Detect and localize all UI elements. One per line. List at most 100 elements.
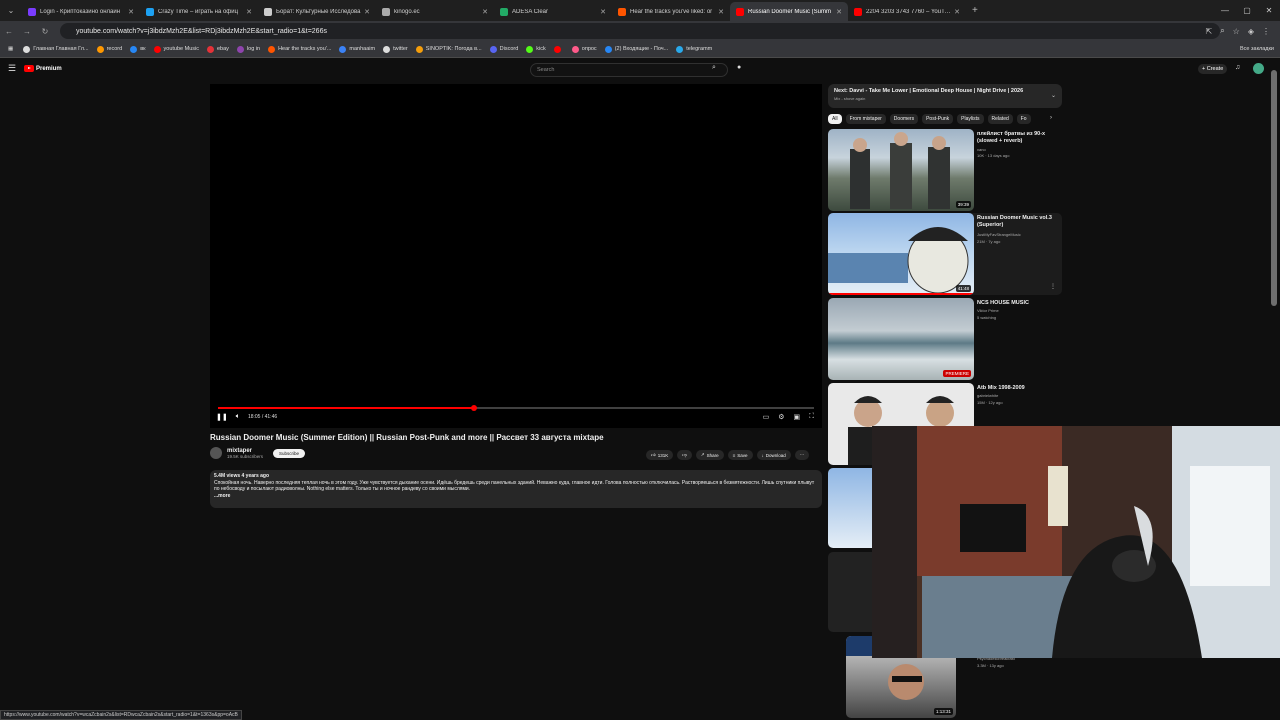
more-options-icon[interactable]: ⋮ [1050, 283, 1056, 290]
filter-chip[interactable]: Post-Punk [922, 114, 954, 124]
forward-icon[interactable]: → [18, 27, 36, 36]
tab-close-icon[interactable]: ✕ [954, 8, 960, 16]
chevron-right-icon[interactable]: › [1050, 115, 1052, 121]
create-button[interactable]: + Create [1198, 64, 1228, 74]
download-button[interactable]: ↓ Download [756, 450, 791, 460]
pause-icon[interactable]: ❚❚ [216, 413, 228, 421]
browser-tab[interactable]: Russian Doomer Music (Summ ✕ [730, 2, 848, 21]
bookmark-item[interactable]: twitter [383, 45, 408, 53]
zoom-icon[interactable]: ⌕ [1220, 26, 1224, 36]
bookmark-item[interactable]: log in [236, 45, 260, 53]
browser-tab[interactable]: 2204 3203 3743 7760 – YouTub ✕ [848, 2, 966, 21]
bookmark-item[interactable]: (2) Входящие - Поч... [604, 45, 668, 53]
browser-tab[interactable]: kinogo.ec ✕ [376, 2, 494, 21]
video-thumbnail[interactable]: 41:48 [828, 213, 974, 295]
tab-close-icon[interactable]: ✕ [718, 8, 724, 16]
browser-tab[interactable]: Hear the tracks you've liked: or ✕ [612, 2, 730, 21]
miniplayer-icon[interactable]: ▣ [793, 413, 800, 421]
page-scrollbar[interactable] [1271, 70, 1277, 306]
browser-tab[interactable]: Crazy Time – играть на офиц ✕ [140, 2, 258, 21]
extensions-icon[interactable]: ◈ [1248, 27, 1254, 36]
filter-chip[interactable]: Related [987, 114, 1013, 124]
volume-icon[interactable]: 🔈︎ [236, 413, 240, 421]
recommendation-item[interactable]: 41:48 Russian Doomer Music vol.3 (Superi… [828, 213, 1062, 295]
bookmark-item[interactable]: ebay [206, 45, 229, 53]
tab-close-icon[interactable]: ✕ [836, 8, 842, 16]
bookmark-item[interactable]: опрос [571, 45, 597, 53]
bookmark-item[interactable]: record [96, 45, 122, 53]
more-actions-icon[interactable]: ⋯ [794, 450, 810, 460]
subtitles-icon[interactable]: ▭ [763, 413, 770, 421]
save-button[interactable]: ≡ Save [727, 450, 753, 460]
url-field[interactable]: youtube.com/watch?v=j3ibdzMzh2E&list=RDj… [60, 23, 1220, 39]
minimize-icon[interactable]: — [1214, 0, 1236, 21]
video-player[interactable]: ❚❚ 🔈︎ 18:05 / 41:46 ▭ ⚙ ▣ ⛶ [210, 84, 822, 428]
recommendation-item[interactable]: PREMIERE NCS HOUSE MUSIC Viktor Prime 5 … [828, 298, 1062, 380]
like-button[interactable]: 👍︎ 131K [646, 450, 674, 460]
channel-avatar[interactable] [210, 447, 222, 459]
video-thumbnail[interactable] [828, 552, 872, 632]
webcam-room-scene [872, 426, 1280, 658]
search-icon[interactable]: ⌕ [712, 64, 716, 72]
progress-bar[interactable] [218, 405, 814, 411]
bookmark-item[interactable]: kick [526, 45, 546, 53]
tab-close-icon[interactable]: ✕ [128, 8, 134, 16]
progress-scrubber[interactable] [471, 405, 478, 411]
tab-close-icon[interactable]: ✕ [364, 8, 370, 16]
tab-close-icon[interactable]: ✕ [482, 8, 488, 16]
all-bookmarks[interactable]: Все закладки [1240, 41, 1274, 58]
share-button[interactable]: ↗ Share [695, 450, 724, 460]
tab-search-icon[interactable]: ⌄ [0, 0, 22, 21]
chevron-down-icon[interactable]: ⌄ [1051, 92, 1056, 99]
settings-gear-icon[interactable]: ⚙ [778, 413, 784, 421]
browser-tab[interactable]: Login - Криптоказино онлайн ✕ [22, 2, 140, 21]
recommendation-item[interactable]: 39:39 плейлист братвы из 90-х (slowed + … [828, 129, 1062, 211]
bookmark-item[interactable]: SINOPTIK: Погода в... [415, 45, 482, 53]
microphone-icon[interactable]: ● [737, 64, 746, 75]
avatar[interactable] [1253, 63, 1264, 74]
filter-chip[interactable]: Fo [1016, 114, 1031, 124]
thumbs-down-icon: 👎︎ [682, 452, 687, 457]
up-next-panel[interactable]: Next: Davvi - Take Me Lower | Emotional … [828, 84, 1062, 108]
tab-favicon-icon [264, 7, 272, 16]
tab-close-icon[interactable]: ✕ [246, 8, 252, 16]
bookmark-favicon-icon [676, 45, 684, 53]
bookmark-item[interactable]: youtube Music [153, 45, 199, 53]
dislike-button[interactable]: 👎︎ [677, 450, 692, 460]
video-thumbnail[interactable]: 39:39 [828, 129, 974, 211]
tab-close-icon[interactable]: ✕ [600, 8, 606, 16]
rec-title: NCS HOUSE MUSIC [977, 300, 1029, 306]
bookmark-item[interactable]: Hear the tracks you'... [268, 45, 331, 53]
bookmark-star-icon[interactable]: ☆ [1233, 27, 1240, 36]
new-tab-button[interactable]: + [972, 5, 978, 16]
bookmark-item[interactable]: Discord [489, 45, 518, 53]
search-input[interactable]: Search [530, 63, 728, 77]
bookmark-item[interactable]: manhaaim [339, 45, 375, 53]
bookmark-item[interactable]: Главная Главная Гл... [23, 45, 89, 53]
filter-chip[interactable]: All [828, 114, 842, 124]
subscribe-button[interactable]: Subscribe [273, 448, 306, 458]
open-in-app-icon[interactable]: ⇱ [1205, 27, 1212, 36]
show-more-link[interactable]: ...more [214, 493, 818, 500]
video-thumbnail[interactable]: PREMIERE [828, 298, 974, 380]
fullscreen-icon[interactable]: ⛶ [809, 413, 814, 421]
filter-chip[interactable]: Doomers [889, 114, 919, 124]
bookmark-item[interactable] [553, 45, 564, 53]
bookmark-item[interactable]: telegramm [676, 45, 712, 53]
profile-icon[interactable]: ⋮ [1262, 27, 1270, 36]
reload-icon[interactable]: ↻ [36, 27, 54, 36]
bookmark-item[interactable]: вк [130, 45, 146, 53]
description-box[interactable]: 5.4M views 4 years ago Спокойная ночь. Н… [210, 470, 822, 508]
apps-icon[interactable]: ▦ [8, 46, 13, 52]
back-icon[interactable]: ← [0, 27, 18, 36]
notifications-icon[interactable]: ♫ [1235, 64, 1240, 71]
close-window-icon[interactable]: ✕ [1258, 0, 1280, 21]
filter-chip[interactable]: From mixtaper [845, 114, 886, 124]
browser-tab[interactable]: Борат: Культурные Исследова ✕ [258, 2, 376, 21]
browser-tab[interactable]: ADESA Clear ✕ [494, 2, 612, 21]
hamburger-menu-icon[interactable]: ☰ [8, 63, 16, 74]
video-thumbnail[interactable] [828, 468, 872, 548]
youtube-logo[interactable]: Premium [24, 65, 62, 72]
filter-chip[interactable]: Playlists [957, 114, 984, 124]
maximize-icon[interactable]: ▢ [1236, 0, 1258, 21]
